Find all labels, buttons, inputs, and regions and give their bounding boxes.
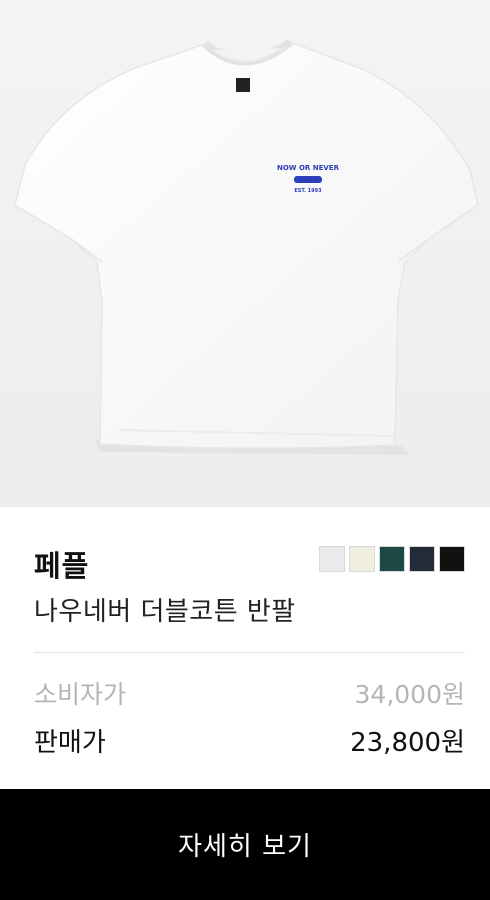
color-swatch-green[interactable]: [379, 546, 405, 572]
sale-price-row: 판매가 23,800원: [34, 722, 465, 759]
tee-print-arc: NOW OR NEVER: [277, 164, 340, 172]
divider: [34, 652, 465, 653]
sale-price-label: 판매가: [34, 728, 106, 758]
color-swatches: [319, 546, 465, 572]
product-name[interactable]: 나우네버 더블코튼 반팔: [34, 591, 296, 628]
msrp-value: 34,000원: [354, 680, 465, 709]
msrp-row: 소비자가 34,000원: [34, 675, 465, 711]
color-swatch-navy[interactable]: [409, 546, 435, 572]
msrp-label: 소비자가: [34, 680, 127, 709]
product-image[interactable]: NOW OR NEVER EST. 1993: [0, 0, 490, 507]
color-swatch-black[interactable]: [439, 546, 465, 572]
color-swatch-cream[interactable]: [349, 546, 375, 572]
color-swatch-light-gray[interactable]: [319, 546, 345, 572]
brand-name[interactable]: 페플: [34, 543, 89, 585]
tee-print-sub: EST. 1993: [294, 188, 322, 194]
sale-price-value: 23,800원: [350, 728, 465, 758]
view-details-button[interactable]: 자세히 보기: [0, 789, 490, 900]
